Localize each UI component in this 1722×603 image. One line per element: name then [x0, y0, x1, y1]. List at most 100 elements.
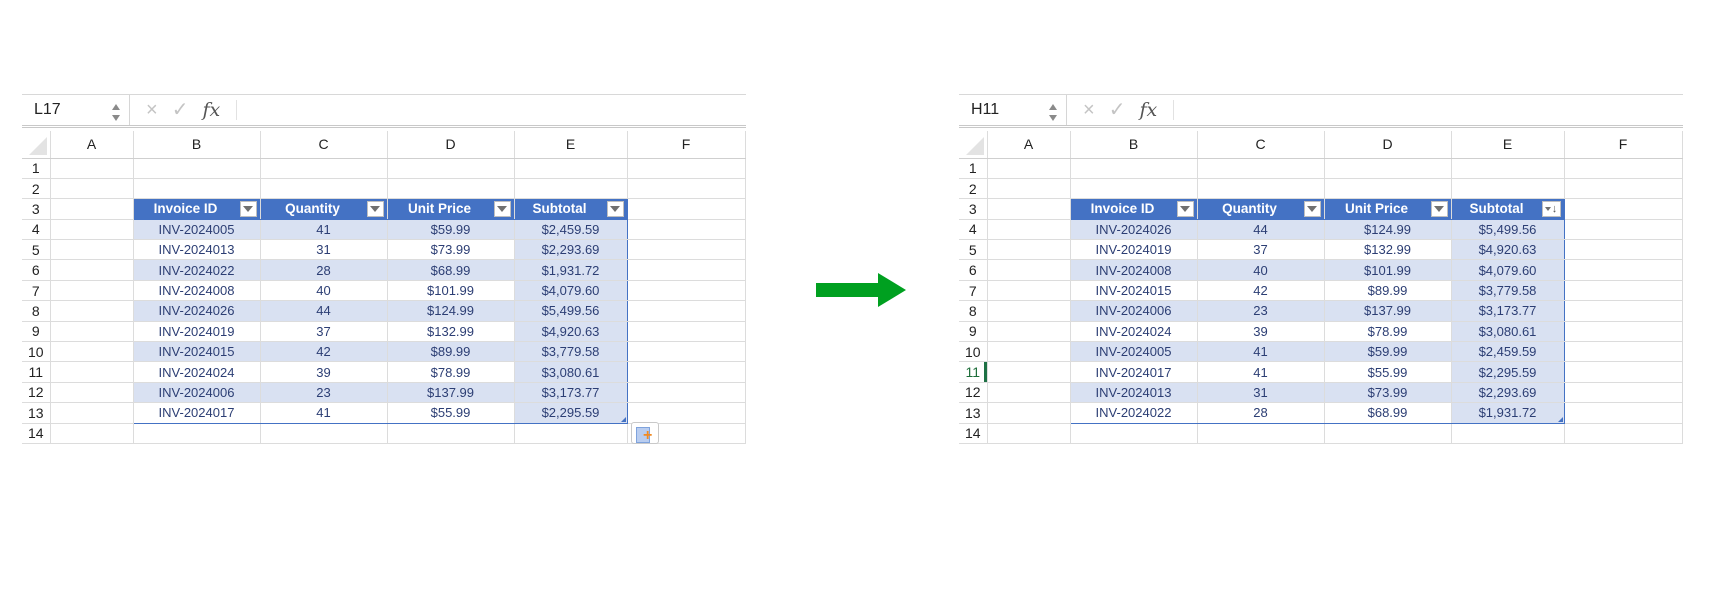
cell[interactable] — [50, 280, 134, 302]
cell[interactable] — [1070, 158, 1198, 179]
row-header-4[interactable]: 4 — [22, 219, 51, 241]
cell[interactable] — [1564, 239, 1683, 261]
table-cell[interactable]: INV-2024005 — [132, 219, 261, 241]
table-cell[interactable]: 31 — [1197, 382, 1325, 404]
cell[interactable] — [50, 198, 134, 220]
table-cell[interactable]: INV-2024026 — [1069, 219, 1198, 241]
cell[interactable] — [1451, 178, 1565, 200]
sort-filter-button[interactable]: ↓ — [1541, 201, 1561, 218]
table-cell[interactable]: $3,173.77 — [514, 382, 628, 404]
row-header-13[interactable]: 13 — [22, 402, 51, 424]
table-cell[interactable]: 28 — [260, 259, 388, 281]
table-cell[interactable]: $101.99 — [387, 280, 515, 302]
cell[interactable] — [627, 198, 746, 220]
column-header-e[interactable]: E — [514, 131, 628, 159]
table-header-cell[interactable]: Subtotal ↓ — [1451, 198, 1565, 220]
table-cell[interactable]: $68.99 — [1324, 402, 1452, 424]
table-cell[interactable]: $4,920.63 — [1451, 239, 1565, 261]
cell[interactable] — [133, 423, 261, 444]
row-header-10[interactable]: 10 — [959, 341, 988, 363]
table-cell[interactable]: 44 — [260, 300, 388, 322]
select-all-corner[interactable] — [959, 131, 988, 159]
column-header-d[interactable]: D — [387, 131, 515, 159]
cell[interactable] — [260, 178, 388, 200]
table-resize-handle[interactable] — [620, 416, 626, 422]
table-cell[interactable]: $132.99 — [1324, 239, 1452, 261]
table-cell[interactable]: INV-2024006 — [1069, 300, 1198, 322]
row-header-14[interactable]: 14 — [22, 423, 51, 444]
cell[interactable] — [50, 219, 134, 241]
table-cell[interactable]: INV-2024015 — [132, 341, 261, 363]
cell[interactable] — [987, 361, 1071, 383]
cell[interactable] — [1070, 423, 1198, 444]
cell[interactable] — [627, 382, 746, 404]
cell[interactable] — [1564, 158, 1683, 179]
table-cell[interactable]: $3,080.61 — [514, 361, 628, 383]
row-header-10[interactable]: 10 — [22, 341, 51, 363]
table-cell[interactable]: INV-2024013 — [1069, 382, 1198, 404]
cell[interactable] — [50, 382, 134, 404]
row-header-11[interactable]: 11 — [959, 361, 988, 383]
table-cell[interactable]: $3,173.77 — [1451, 300, 1565, 322]
table-cell[interactable]: $78.99 — [1324, 321, 1452, 343]
name-box-spinner-icon[interactable] — [111, 102, 121, 122]
name-box[interactable]: L17 — [22, 95, 130, 125]
cell[interactable] — [387, 178, 515, 200]
cell[interactable] — [260, 158, 388, 179]
row-header-1[interactable]: 1 — [22, 158, 51, 179]
cell[interactable] — [514, 178, 628, 200]
table-cell[interactable]: 40 — [1197, 259, 1325, 281]
row-header-7[interactable]: 7 — [959, 280, 988, 302]
table-cell[interactable]: $2,295.59 — [1451, 361, 1565, 383]
table-cell[interactable]: INV-2024022 — [1069, 402, 1198, 424]
table-cell[interactable]: $2,459.59 — [514, 219, 628, 241]
table-cell[interactable]: 39 — [1197, 321, 1325, 343]
table-cell[interactable]: $132.99 — [387, 321, 515, 343]
table-header-cell[interactable]: Subtotal — [514, 198, 628, 220]
row-header-12[interactable]: 12 — [959, 382, 988, 404]
table-cell[interactable]: $137.99 — [1324, 300, 1452, 322]
cell[interactable] — [50, 178, 134, 200]
table-cell[interactable]: 37 — [1197, 239, 1325, 261]
table-cell[interactable]: $3,779.58 — [514, 341, 628, 363]
filter-dropdown-button[interactable] — [1303, 201, 1321, 218]
table-cell[interactable]: $89.99 — [1324, 280, 1452, 302]
cell[interactable] — [627, 239, 746, 261]
cell[interactable] — [1564, 198, 1683, 220]
filter-dropdown-button[interactable] — [239, 201, 257, 218]
row-header-12[interactable]: 12 — [22, 382, 51, 404]
row-header-7[interactable]: 7 — [22, 280, 51, 302]
row-header-3[interactable]: 3 — [959, 198, 988, 220]
column-header-f[interactable]: F — [1564, 131, 1683, 159]
cell[interactable] — [627, 300, 746, 322]
filter-dropdown-button[interactable] — [1430, 201, 1448, 218]
name-box[interactable]: H11 — [959, 95, 1067, 125]
table-cell[interactable]: 37 — [260, 321, 388, 343]
table-cell[interactable]: INV-2024019 — [1069, 239, 1198, 261]
table-cell[interactable]: $2,295.59 — [514, 402, 628, 424]
formula-input[interactable] — [237, 95, 746, 125]
table-cell[interactable]: $124.99 — [1324, 219, 1452, 241]
table-cell[interactable]: $4,920.63 — [514, 321, 628, 343]
table-cell[interactable]: $73.99 — [1324, 382, 1452, 404]
table-cell[interactable]: $2,293.69 — [1451, 382, 1565, 404]
table-header-cell[interactable]: Quantity — [260, 198, 388, 220]
cell[interactable] — [1564, 341, 1683, 363]
table-cell[interactable]: $124.99 — [387, 300, 515, 322]
table-cell[interactable]: INV-2024008 — [132, 280, 261, 302]
worksheet-grid[interactable]: A B C D E F 1 2 3 Invoice ID Quantity Unit Price Sub… — [959, 131, 1683, 444]
table-cell[interactable]: $55.99 — [387, 402, 515, 424]
table-cell[interactable]: INV-2024008 — [1069, 259, 1198, 281]
enter-check-icon[interactable]: ✓ — [1109, 100, 1126, 120]
row-header-1[interactable]: 1 — [959, 158, 988, 179]
cell[interactable] — [627, 259, 746, 281]
row-header-11[interactable]: 11 — [22, 361, 51, 383]
row-header-5[interactable]: 5 — [22, 239, 51, 261]
row-header-3[interactable]: 3 — [22, 198, 51, 220]
table-cell[interactable]: $137.99 — [387, 382, 515, 404]
cell[interactable] — [987, 382, 1071, 404]
table-cell[interactable]: 42 — [1197, 280, 1325, 302]
filter-dropdown-button[interactable] — [1176, 201, 1194, 218]
table-cell[interactable]: 31 — [260, 239, 388, 261]
cell[interactable] — [987, 280, 1071, 302]
